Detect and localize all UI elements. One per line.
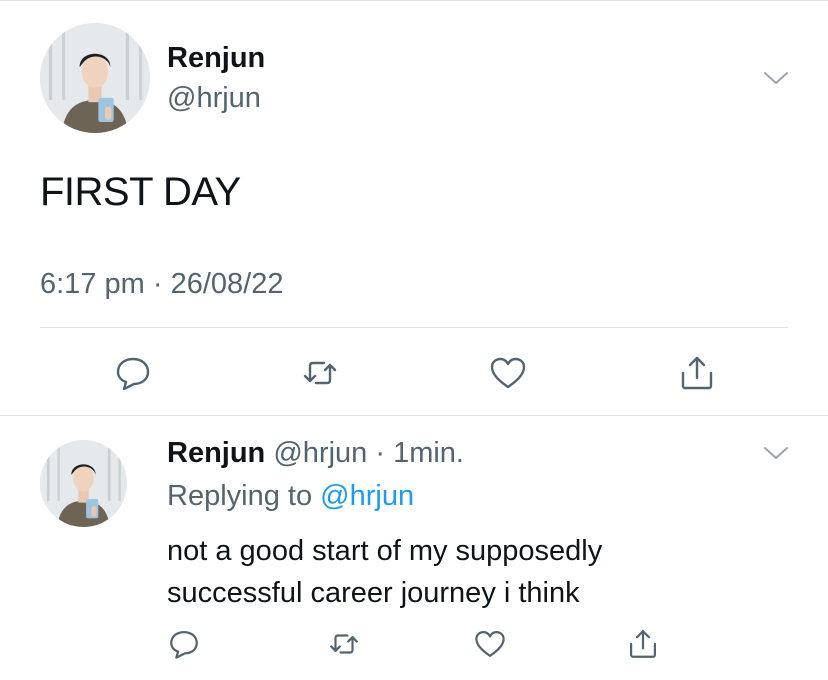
tweet-text: FIRST DAY	[40, 170, 241, 214]
retweet-icon[interactable]	[327, 627, 361, 661]
reply-text-line: not a good start of my supposedly	[167, 535, 603, 567]
reply-text: not a good start of my supposedly succes…	[167, 530, 767, 614]
reply-separator: ·	[367, 437, 394, 469]
reply-author-handle[interactable]: @hrjun	[273, 437, 367, 469]
divider	[40, 327, 788, 328]
tweet-date: 26/08/22	[170, 268, 284, 300]
retweet-icon[interactable]	[300, 353, 340, 393]
reply-age[interactable]: 1min.	[393, 437, 464, 469]
reply-author-name[interactable]: Renjun	[167, 437, 265, 469]
meta-separator: ·	[144, 268, 171, 300]
share-icon[interactable]	[626, 627, 660, 661]
heart-icon[interactable]	[488, 353, 528, 393]
top-border	[0, 0, 828, 1]
heart-icon[interactable]	[473, 627, 507, 661]
author-handle[interactable]: @hrjun	[167, 82, 261, 115]
share-icon[interactable]	[677, 353, 717, 393]
chevron-down-icon[interactable]	[762, 68, 790, 88]
avatar[interactable]	[40, 23, 150, 133]
tweet-time: 6:17 pm	[40, 268, 145, 300]
section-divider	[0, 415, 828, 416]
author-name[interactable]: Renjun	[167, 42, 265, 75]
chevron-down-icon[interactable]	[762, 443, 790, 463]
tweet-timestamp[interactable]: 6:17 pm · 26/08/22	[40, 268, 283, 301]
replying-to-link[interactable]: @hrjun	[320, 480, 414, 512]
replying-to: Replying to @hrjun	[167, 480, 414, 513]
reply-icon[interactable]	[167, 627, 201, 661]
reply-text-line: successful career journey i think	[167, 577, 580, 609]
replying-label: Replying to	[167, 480, 321, 512]
reply-avatar[interactable]	[40, 440, 127, 527]
reply-header: Renjun @hrjun · 1min.	[167, 437, 464, 470]
reply-icon[interactable]	[113, 353, 153, 393]
